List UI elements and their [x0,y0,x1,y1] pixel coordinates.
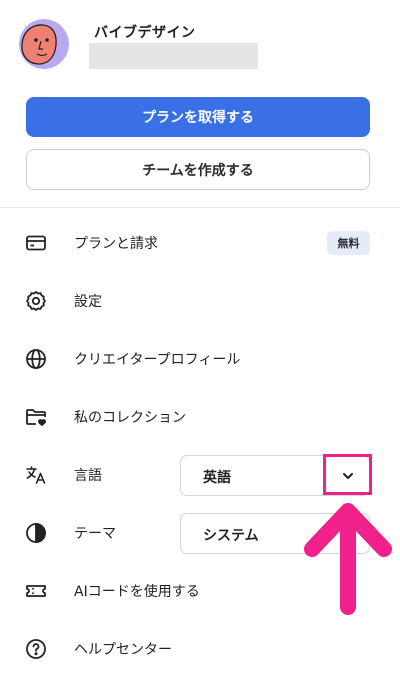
pointer-arrow-icon [304,503,392,619]
gear-icon [24,289,48,313]
menu-label: プランと請求 [74,236,158,252]
user-name: バイブデザイン [94,25,196,41]
get-plan-button[interactable]: プランを取得する [26,97,370,137]
avatar[interactable] [19,19,69,69]
menu-item-help-center[interactable]: ヘルプセンター [0,629,400,669]
menu-label: AIコードを使用する [74,584,200,600]
menu-item-settings[interactable]: 設定 [0,281,400,321]
globe-icon [24,347,48,371]
redacted-email [89,43,258,69]
ticket-icon [24,579,48,603]
menu-item-creator-profile[interactable]: クリエイタープロフィール [0,339,400,379]
credit-card-icon [24,231,48,255]
menu-label: テーマ [74,526,116,542]
contrast-icon [24,521,48,545]
menu-item-collection[interactable]: 私のコレクション [0,397,400,437]
menu-label: 言語 [74,468,102,484]
menu-label: クリエイタープロフィール [74,352,241,368]
menu-label: 私のコレクション [74,410,186,426]
language-select-value: 英語 [203,470,231,486]
theme-select-value: システム [203,528,259,544]
menu-label: 設定 [74,294,102,310]
highlight-box [323,454,372,495]
plan-badge: 無料 [327,231,370,255]
folder-heart-icon [24,405,48,429]
menu-label: ヘルプセンター [74,642,172,658]
help-circle-icon [24,637,48,661]
divider [0,207,400,208]
create-team-button[interactable]: チームを作成する [26,149,370,190]
translate-icon [24,463,48,487]
